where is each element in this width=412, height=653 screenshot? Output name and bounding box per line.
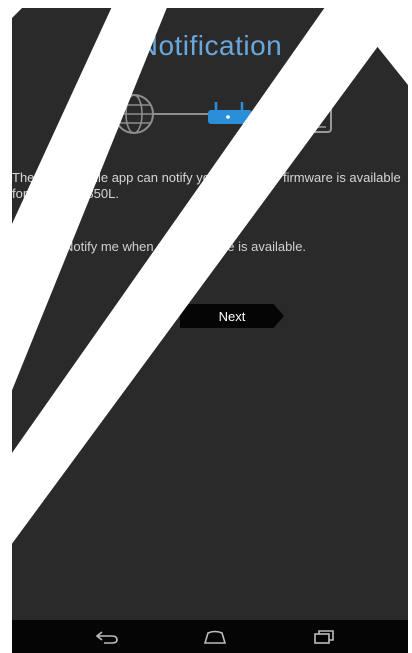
- notify-checkbox-label[interactable]: Notify me when new firmware is available…: [64, 239, 306, 254]
- notify-option-row[interactable]: Notify me when new firmware is available…: [28, 234, 306, 258]
- smartphone-icon: [310, 93, 332, 133]
- connection-diagram: [114, 93, 332, 134]
- router-icon: [208, 102, 252, 124]
- globe-icon: [114, 94, 154, 134]
- recent-apps-icon[interactable]: [308, 628, 338, 646]
- back-icon[interactable]: [92, 628, 122, 646]
- page-title: Notification: [137, 30, 283, 61]
- home-icon[interactable]: [200, 628, 230, 646]
- phone-frame: Notification The QRS Mobile app can noti…: [12, 8, 408, 653]
- wifi-signal-icon: [257, 103, 309, 125]
- next-button[interactable]: Next: [180, 304, 284, 328]
- notify-checkbox[interactable]: [28, 235, 50, 257]
- description-text: The QRS Mobile app can notify you when n…: [12, 170, 401, 201]
- android-navigation-bar: [12, 620, 408, 653]
- notification-screen: Notification The QRS Mobile app can noti…: [12, 8, 408, 620]
